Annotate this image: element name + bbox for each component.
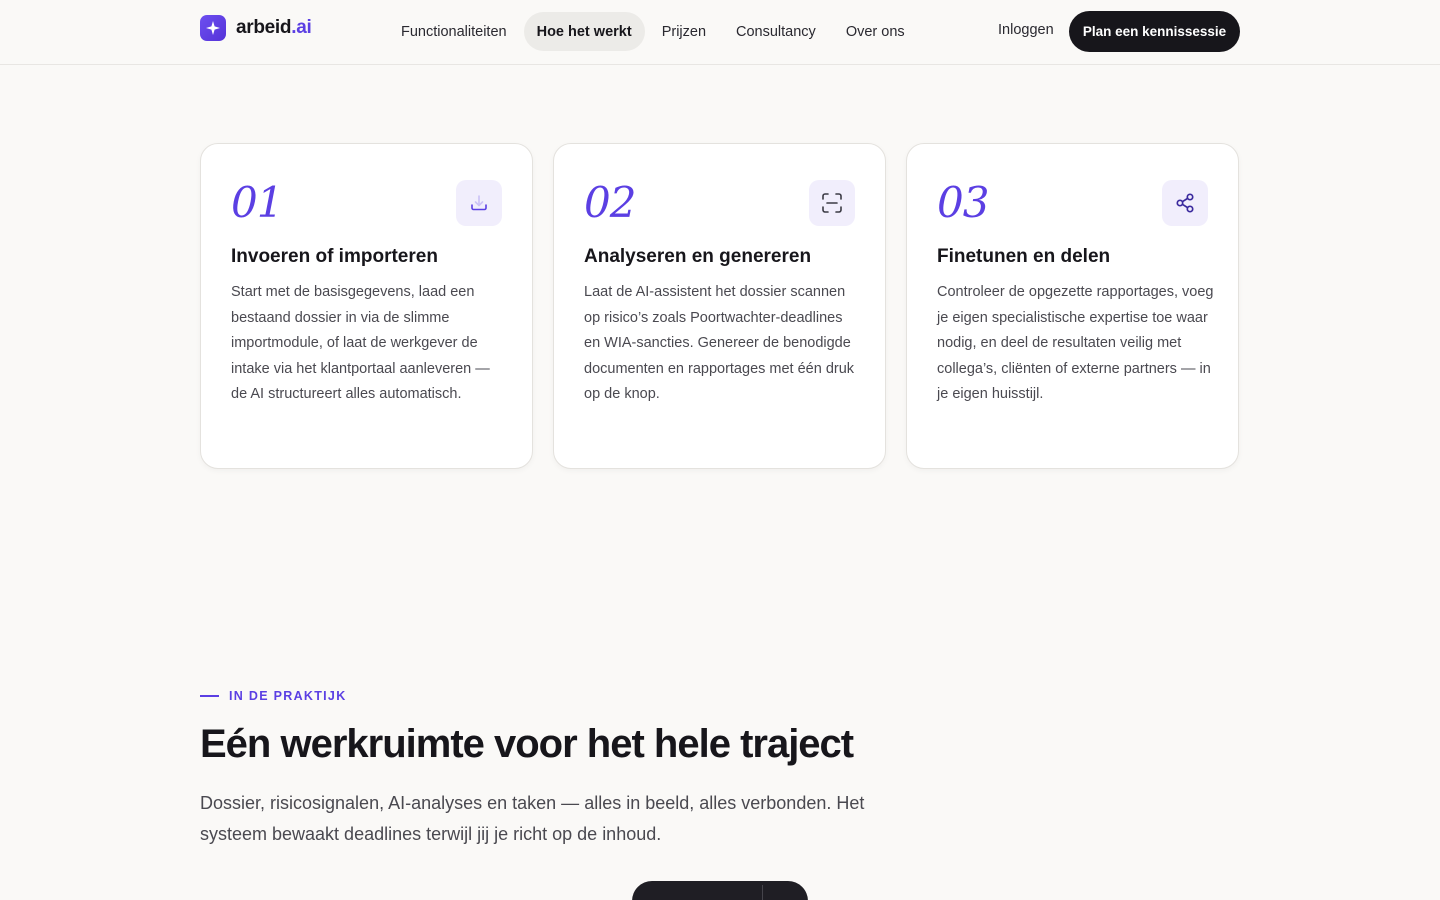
step-title: Analyseren en genereren bbox=[584, 246, 812, 267]
nav-consultancy[interactable]: Consultancy bbox=[723, 12, 829, 51]
step-number: 02 bbox=[584, 178, 636, 227]
steps-cards: 01 Invoeren of importeren Start met de b… bbox=[200, 143, 1240, 469]
step-card: 02 Analyseren en genereren Laat de AI-as… bbox=[553, 143, 886, 469]
step-title: Invoeren of importeren bbox=[231, 246, 438, 267]
eyebrow-label: IN DE PRAKTIJK bbox=[229, 689, 347, 703]
scan-icon bbox=[809, 180, 855, 226]
section-eyebrow: IN DE PRAKTIJK bbox=[200, 689, 347, 703]
step-number: 03 bbox=[937, 178, 989, 227]
plan-session-button[interactable]: Plan een kennissessie bbox=[1069, 11, 1240, 52]
step-description: Laat de AI-assistent het dossier scannen… bbox=[584, 284, 855, 403]
brand-name: arbeid.ai bbox=[236, 17, 312, 38]
sparkle-logo-icon bbox=[200, 15, 226, 41]
step-description: Controleer de opgezette rapportages, voe… bbox=[937, 284, 1214, 403]
nav-over-ons[interactable]: Over ons bbox=[833, 12, 918, 51]
step-card: 01 Invoeren of importeren Start met de b… bbox=[200, 143, 533, 469]
share-icon bbox=[1162, 180, 1208, 226]
step-card: 03 Finetunen en delen Controleer de opge… bbox=[906, 143, 1239, 469]
step-description: Start met de basisgegevens, laad een bes… bbox=[231, 284, 490, 403]
app-preview-toolbar bbox=[632, 881, 808, 900]
top-navigation: arbeid.ai Functionaliteiten Hoe het werk… bbox=[0, 0, 1440, 65]
step-number: 01 bbox=[231, 178, 283, 227]
nav-functionaliteiten[interactable]: Functionaliteiten bbox=[388, 12, 520, 51]
nav-hoe-het-werkt[interactable]: Hoe het werkt bbox=[523, 12, 645, 51]
section-heading: Eén werkruimte voor het hele traject bbox=[200, 722, 854, 766]
toolbar-divider bbox=[762, 885, 763, 900]
download-tray-icon bbox=[456, 180, 502, 226]
login-link[interactable]: Inloggen bbox=[998, 22, 1054, 38]
step-title: Finetunen en delen bbox=[937, 246, 1111, 267]
main-nav: Functionaliteiten Hoe het werkt Prijzen … bbox=[388, 12, 918, 51]
section-lead: Dossier, risicosignalen, AI-analyses en … bbox=[200, 793, 865, 844]
brand-logo[interactable]: arbeid.ai bbox=[200, 15, 312, 41]
nav-prijzen[interactable]: Prijzen bbox=[649, 12, 719, 51]
eyebrow-line bbox=[200, 695, 219, 697]
